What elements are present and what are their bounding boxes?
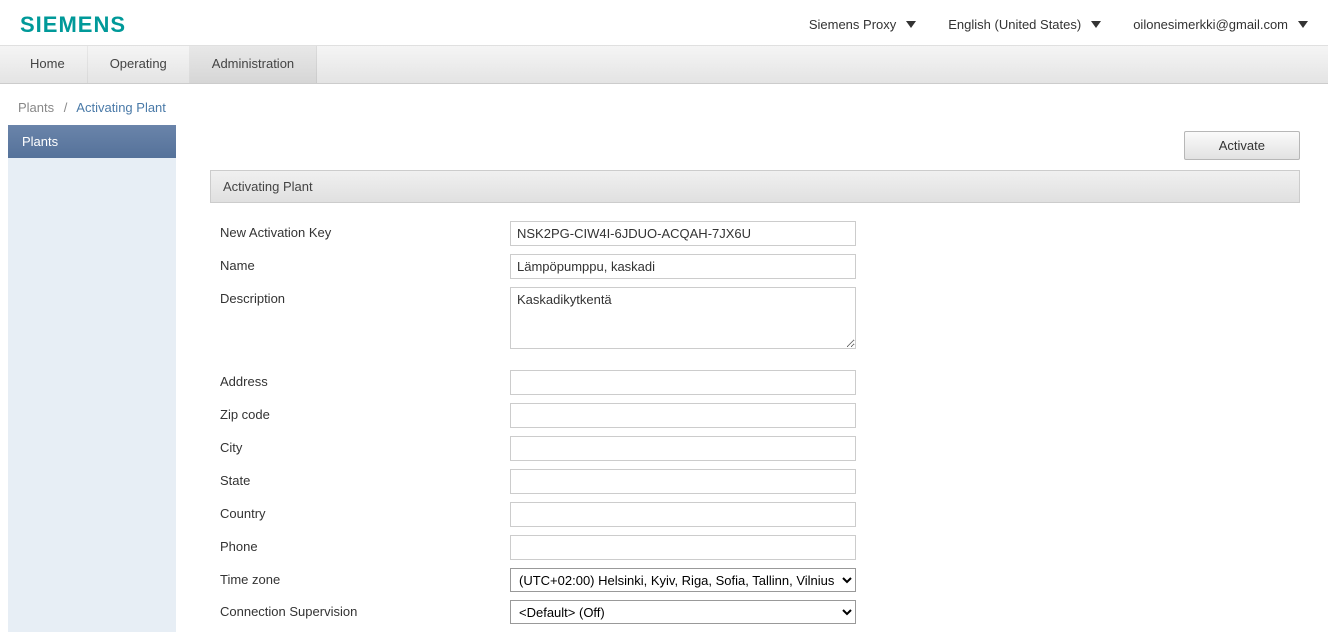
nav-operating[interactable]: Operating: [88, 46, 190, 83]
input-name[interactable]: [510, 254, 856, 279]
row-zip: Zip code: [220, 403, 1300, 428]
row-city: City: [220, 436, 1300, 461]
input-address[interactable]: [510, 370, 856, 395]
row-supervision: Connection Supervision <Default> (Off): [220, 600, 1300, 624]
nav-home[interactable]: Home: [8, 46, 88, 83]
panel-title: Activating Plant: [210, 170, 1300, 203]
user-menu[interactable]: oilonesimerkki@gmail.com: [1133, 17, 1308, 32]
form-panel: Activating Plant New Activation Key Name…: [210, 170, 1300, 624]
user-label: oilonesimerkki@gmail.com: [1133, 17, 1288, 32]
breadcrumb-separator: /: [64, 100, 68, 115]
header-right: Siemens Proxy English (United States) oi…: [809, 17, 1308, 32]
input-country[interactable]: [510, 502, 856, 527]
row-state: State: [220, 469, 1300, 494]
row-address: Address: [220, 370, 1300, 395]
label-description: Description: [220, 287, 510, 306]
nav-administration[interactable]: Administration: [190, 46, 317, 83]
row-description: Description Kaskadikytkentä: [220, 287, 1300, 352]
label-state: State: [220, 469, 510, 488]
label-timezone: Time zone: [220, 568, 510, 587]
language-menu[interactable]: English (United States): [948, 17, 1101, 32]
input-zip[interactable]: [510, 403, 856, 428]
input-phone[interactable]: [510, 535, 856, 560]
activate-button[interactable]: Activate: [1184, 131, 1300, 160]
label-name: Name: [220, 254, 510, 273]
language-label: English (United States): [948, 17, 1081, 32]
row-timezone: Time zone (UTC+02:00) Helsinki, Kyiv, Ri…: [220, 568, 1300, 592]
select-supervision[interactable]: <Default> (Off): [510, 600, 856, 624]
label-activation-key: New Activation Key: [220, 221, 510, 240]
caret-down-icon: [1091, 21, 1101, 28]
row-name: Name: [220, 254, 1300, 279]
top-actions: Activate: [210, 125, 1320, 170]
navbar: Home Operating Administration: [0, 46, 1328, 84]
caret-down-icon: [906, 21, 916, 28]
textarea-description[interactable]: Kaskadikytkentä: [510, 287, 856, 349]
row-country: Country: [220, 502, 1300, 527]
breadcrumb-root[interactable]: Plants: [18, 100, 54, 115]
sidebar: Plants: [8, 125, 176, 632]
label-supervision: Connection Supervision: [220, 600, 510, 619]
input-state[interactable]: [510, 469, 856, 494]
plant-form: New Activation Key Name Description Kask…: [210, 203, 1300, 624]
row-phone: Phone: [220, 535, 1300, 560]
proxy-label: Siemens Proxy: [809, 17, 896, 32]
proxy-menu[interactable]: Siemens Proxy: [809, 17, 916, 32]
input-activation-key[interactable]: [510, 221, 856, 246]
app-header: SIEMENS Siemens Proxy English (United St…: [0, 0, 1328, 46]
row-activation-key: New Activation Key: [220, 221, 1300, 246]
content-row: Plants Activate Activating Plant New Act…: [0, 125, 1328, 632]
caret-down-icon: [1298, 21, 1308, 28]
input-city[interactable]: [510, 436, 856, 461]
select-timezone[interactable]: (UTC+02:00) Helsinki, Kyiv, Riga, Sofia,…: [510, 568, 856, 592]
label-address: Address: [220, 370, 510, 389]
label-city: City: [220, 436, 510, 455]
logo: SIEMENS: [20, 12, 126, 38]
label-zip: Zip code: [220, 403, 510, 422]
main: Activate Activating Plant New Activation…: [176, 125, 1320, 632]
breadcrumb: Plants / Activating Plant: [0, 84, 1328, 125]
label-phone: Phone: [220, 535, 510, 554]
sidebar-item-plants[interactable]: Plants: [8, 125, 176, 158]
label-country: Country: [220, 502, 510, 521]
breadcrumb-current[interactable]: Activating Plant: [76, 100, 166, 115]
